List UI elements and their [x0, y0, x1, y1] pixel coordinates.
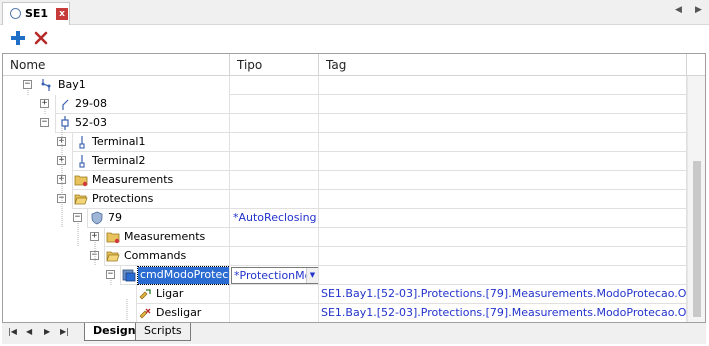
- tag-cell[interactable]: [319, 76, 687, 95]
- toolbar: [0, 26, 709, 51]
- sheet-tab-bar: |◀ ◀ ▶ ▶| Design Scripts: [2, 323, 706, 344]
- tipo-cell[interactable]: [230, 171, 319, 190]
- tag-cell[interactable]: SE1.Bay1.[52-03].Protections.[79].Measur…: [319, 304, 687, 322]
- tag-cell[interactable]: [319, 247, 687, 266]
- tipo-dropdown[interactable]: *ProtectionMod ▼: [231, 267, 318, 284]
- tipo-cell[interactable]: [230, 76, 319, 95]
- previous-sheet-icon[interactable]: ◀: [26, 327, 32, 336]
- tipo-dropdown-value: *ProtectionMod: [234, 269, 306, 282]
- tag-cell[interactable]: [319, 228, 687, 247]
- tag-cell[interactable]: [319, 133, 687, 152]
- tree-lines: [27, 90, 128, 321]
- delete-x-icon[interactable]: [32, 29, 50, 47]
- dropdown-arrow-icon[interactable]: ▼: [306, 268, 318, 283]
- tipo-cell[interactable]: [230, 152, 319, 171]
- scrollbar-thumb[interactable]: [693, 161, 701, 317]
- tipo-cell[interactable]: [230, 304, 319, 322]
- tag-cell[interactable]: [319, 190, 687, 209]
- tipo-cell[interactable]: [230, 228, 319, 247]
- tipo-cell[interactable]: [230, 190, 319, 209]
- scroll-right-icon[interactable]: ▶: [695, 5, 702, 15]
- tag-cell[interactable]: [319, 266, 687, 285]
- scroll-left-icon[interactable]: ◀: [675, 5, 682, 15]
- plus-icon[interactable]: [9, 29, 27, 47]
- tag-cell[interactable]: [319, 171, 687, 190]
- last-sheet-icon[interactable]: ▶|: [60, 327, 69, 336]
- column-header-tag[interactable]: Tag: [319, 54, 687, 76]
- tag-cell[interactable]: SE1.Bay1.[52-03].Protections.[79].Measur…: [319, 285, 687, 304]
- tipo-cell[interactable]: [230, 114, 319, 133]
- tipo-cell[interactable]: *AutoReclosing: [230, 209, 319, 228]
- tipo-cell[interactable]: [230, 95, 319, 114]
- tipo-cell[interactable]: [230, 285, 319, 304]
- tipo-cell[interactable]: *ProtectionMod ▼: [230, 266, 319, 285]
- grid-header: Nome Tipo Tag: [3, 54, 705, 76]
- document-circle-icon: [10, 8, 21, 19]
- tab-se1[interactable]: SE1 x: [2, 2, 70, 25]
- tag-cell[interactable]: [319, 95, 687, 114]
- column-header-nome[interactable]: Nome: [3, 54, 230, 76]
- column-header-tipo[interactable]: Tipo: [230, 54, 319, 76]
- close-tab-button[interactable]: x: [56, 8, 68, 20]
- tipo-cell[interactable]: [230, 133, 319, 152]
- document-tab-strip: SE1 x ◀ ▶: [0, 0, 709, 25]
- first-sheet-icon[interactable]: |◀: [8, 327, 17, 336]
- tag-cell[interactable]: [319, 114, 687, 133]
- tag-cell[interactable]: [319, 209, 687, 228]
- tag-cell[interactable]: [319, 152, 687, 171]
- tree-grid: Nome Tipo Tag − Bay1 + 29-08 − 52-03 + T…: [2, 53, 706, 323]
- tab-scripts[interactable]: Scripts: [135, 323, 191, 341]
- tab-label: SE1: [25, 7, 49, 20]
- vertical-scrollbar[interactable]: [687, 76, 705, 322]
- next-sheet-icon[interactable]: ▶: [44, 327, 50, 336]
- tipo-cell[interactable]: [230, 247, 319, 266]
